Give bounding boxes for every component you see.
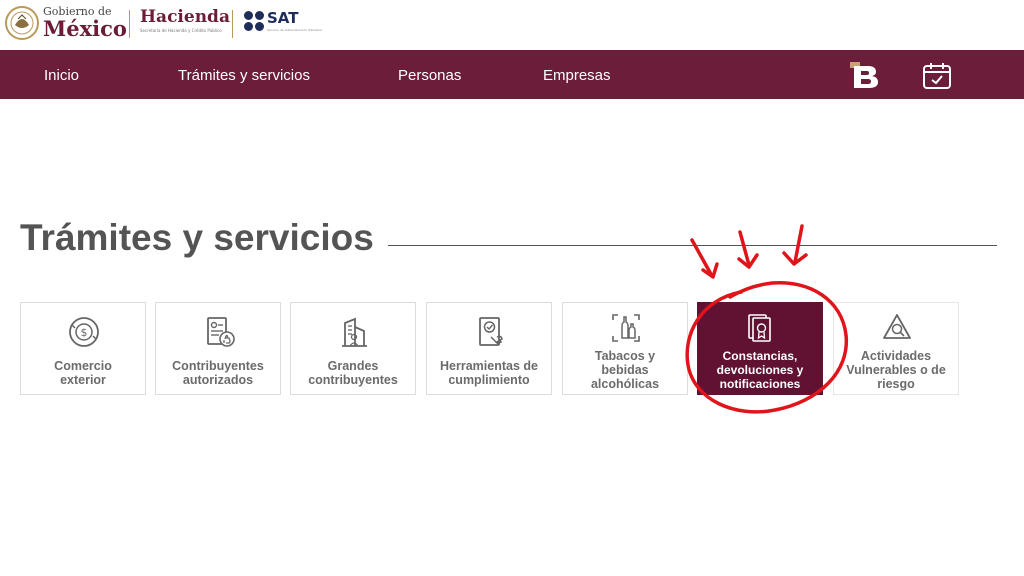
card-comercio-exterior[interactable]: $ Comercio exterior (20, 302, 146, 395)
card-label-line1: Actividades (860, 349, 932, 363)
card-label: Actividades Vulnerables o de riesgo (838, 349, 954, 391)
card-tabacos-bebidas[interactable]: Tabacos y bebidas alcohólicas (562, 302, 688, 395)
card-label-line2: Vulnerables o de (846, 363, 946, 377)
dollar-globe-icon: $ (69, 317, 99, 347)
logo-divider (232, 10, 233, 38)
card-label-line1: Herramientas de (440, 359, 538, 373)
building-person-icon (342, 317, 367, 347)
annotation-arrowhead-1 (701, 262, 719, 279)
hacienda-title: Hacienda (140, 7, 230, 27)
sat-title: SAT (267, 9, 299, 27)
card-actividades-vulnerables[interactable]: Actividades Vulnerables o de riesgo (833, 302, 959, 395)
nav-item-personas[interactable]: Personas (398, 67, 461, 84)
nav-item-inicio[interactable]: Inicio (44, 67, 79, 84)
card-label: Herramientas de cumplimiento (431, 359, 547, 387)
title-divider (388, 245, 997, 246)
certificates-icon (748, 314, 771, 342)
card-herramientas-cumplimiento[interactable]: Herramientas de cumplimiento (426, 302, 552, 395)
card-label: Constancias, devoluciones y notificacion… (702, 349, 818, 391)
annotation-arrow-2 (738, 230, 751, 267)
hacienda-subtitle: Secretaría de Hacienda y Crédito Público (140, 28, 222, 33)
mexico-seal-icon (5, 6, 39, 40)
sat-logo[interactable]: SAT Servicio de Administración Tributari… (243, 10, 322, 32)
document-wrench-icon (479, 317, 503, 346)
b-icon[interactable] (848, 60, 880, 90)
card-label-line3: notificaciones (719, 377, 801, 391)
card-label-line2: devoluciones y (716, 363, 804, 377)
sat-subtitle: Servicio de Administración Tributaria (267, 28, 323, 32)
sat-dots-icon (244, 11, 264, 31)
nav-item-empresas[interactable]: Empresas (543, 67, 611, 84)
main-nav: Inicio Trámites y servicios Personas Emp… (0, 50, 1024, 99)
card-label-line2: cumplimiento (448, 373, 530, 387)
page-title: Trámites y servicios (20, 217, 374, 258)
card-grandes-contribuyentes[interactable]: Grandes contribuyentes (290, 302, 416, 395)
calendar-check-icon[interactable] (921, 61, 953, 91)
bottles-icon (612, 314, 640, 342)
annotation-arrowhead-2 (737, 253, 759, 269)
card-label-line1: Contribuyentes (172, 359, 264, 373)
card-label-line3: riesgo (877, 377, 915, 391)
nav-item-tramites[interactable]: Trámites y servicios (178, 67, 310, 84)
card-label-line2: exterior (60, 373, 106, 387)
annotation-arrowhead-3 (782, 251, 808, 266)
card-label-line2: contribuyentes (308, 373, 398, 387)
card-label: Contribuyentes autorizados (160, 359, 276, 387)
card-contribuyentes-autorizados[interactable]: Contribuyentes autorizados (155, 302, 281, 395)
card-label: Grandes contribuyentes (295, 359, 411, 387)
logo-bar: Gobierno de México Hacienda Secretaría d… (0, 0, 1024, 50)
logo-divider (129, 10, 130, 38)
gobierno-line2: México (43, 16, 127, 41)
card-constancias-devoluciones[interactable]: Constancias, devoluciones y notificacion… (697, 302, 823, 395)
card-label-line2: autorizados (182, 373, 254, 387)
warning-search-icon (883, 314, 911, 339)
annotation-arrow-3 (793, 224, 804, 264)
svg-text:$: $ (81, 326, 88, 339)
card-label: Tabacos y bebidas alcohólicas (567, 349, 683, 391)
gobierno-mexico-logo[interactable]: Gobierno de México (43, 6, 127, 39)
hacienda-logo[interactable]: Hacienda Secretaría de Hacienda y Crédit… (140, 9, 230, 33)
card-label: Comercio exterior (25, 359, 141, 387)
card-label-line3: alcohólicas (590, 377, 660, 391)
card-label-line1: Constancias, (722, 349, 798, 363)
card-label-line1: Comercio (54, 359, 112, 373)
document-thumbs-up-icon (207, 317, 235, 347)
card-label-line1: Grandes (327, 359, 379, 373)
card-label-line1: Tabacos y (594, 349, 656, 363)
card-label-line2: bebidas (601, 363, 649, 377)
